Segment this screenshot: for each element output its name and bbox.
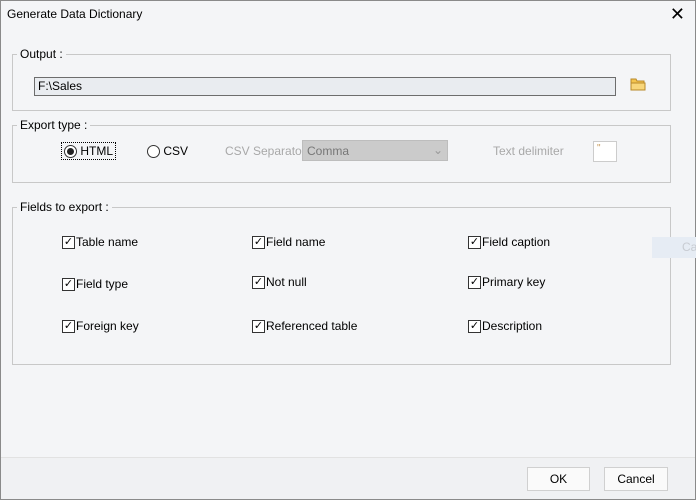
check-icon: ✓ [252,319,265,333]
export-type-label: Export type : [17,118,91,132]
close-icon[interactable]: ✕ [670,4,685,24]
cancel-button[interactable]: Cancel [604,467,668,491]
fields-group: Fields to export : ✓ Table name ✓ Field na… [12,200,671,365]
checkbox-label: Table name [76,235,139,249]
checkbox-label: Referenced table [266,319,358,333]
csv-radio-label: CSV [163,144,189,158]
checkbox-label: Field name [266,235,326,249]
checkbox-label: Not null [266,275,307,289]
check-icon: ✓ [252,275,265,289]
check-icon: ✓ [468,275,481,289]
check-icon: ✓ [62,235,75,249]
csv-separator-select[interactable]: Comma ⌄ [302,140,448,161]
checkbox-label: Foreign key [76,319,139,333]
window-title: Generate Data Dictionary [7,7,143,21]
checkbox-label: Field type [76,277,129,291]
csv-separator-value: Comma [307,144,350,158]
output-group: Output : F:\Sales [12,47,671,111]
check-icon: ✓ [252,235,265,249]
check-icon: ✓ [468,235,481,249]
csv-separator-label: CSV Separator [225,144,306,158]
text-delimiter-label: Text delimiter [493,144,564,158]
output-path-input[interactable]: F:\Sales [34,77,616,96]
checkbox-description[interactable]: ✓ Description [468,319,542,333]
checkbox-label: Field caption [482,235,551,249]
checkbox-field-name[interactable]: ✓ Field name [252,235,325,249]
checkbox-label: Primary key [482,275,546,289]
check-icon: ✓ [62,319,75,333]
csv-radio[interactable]: CSV [147,144,189,159]
footer [1,457,695,499]
checkbox-field-type[interactable]: ✓ Field type [62,277,128,291]
checkbox-referenced-table[interactable]: ✓ Referenced table [252,319,357,333]
fields-label: Fields to export : [17,200,112,214]
text-delimiter-input[interactable]: " [593,141,617,162]
ok-button[interactable]: OK [527,467,590,491]
checkbox-label: Description [482,319,543,333]
checkbox-not-null[interactable]: ✓ Not null [252,275,307,289]
html-radio[interactable]: HTML [61,142,117,161]
folder-icon[interactable] [630,77,646,91]
chevron-down-icon: ⌄ [432,143,443,157]
export-type-group: Export type : HTML CSV CSV Separator Com… [12,118,671,183]
check-icon: ✓ [62,277,75,291]
checkbox-field-caption[interactable]: ✓ Field caption [468,235,550,249]
check-icon: ✓ [468,319,481,333]
radio-icon [64,145,77,159]
ghost-button: Ca [652,237,696,258]
checkbox-table-name[interactable]: ✓ Table name [62,235,138,249]
html-radio-label: HTML [80,144,114,158]
output-label: Output : [17,47,66,61]
checkbox-primary-key[interactable]: ✓ Primary key [468,275,545,289]
radio-icon [147,145,160,159]
checkbox-foreign-key[interactable]: ✓ Foreign key [62,319,139,333]
